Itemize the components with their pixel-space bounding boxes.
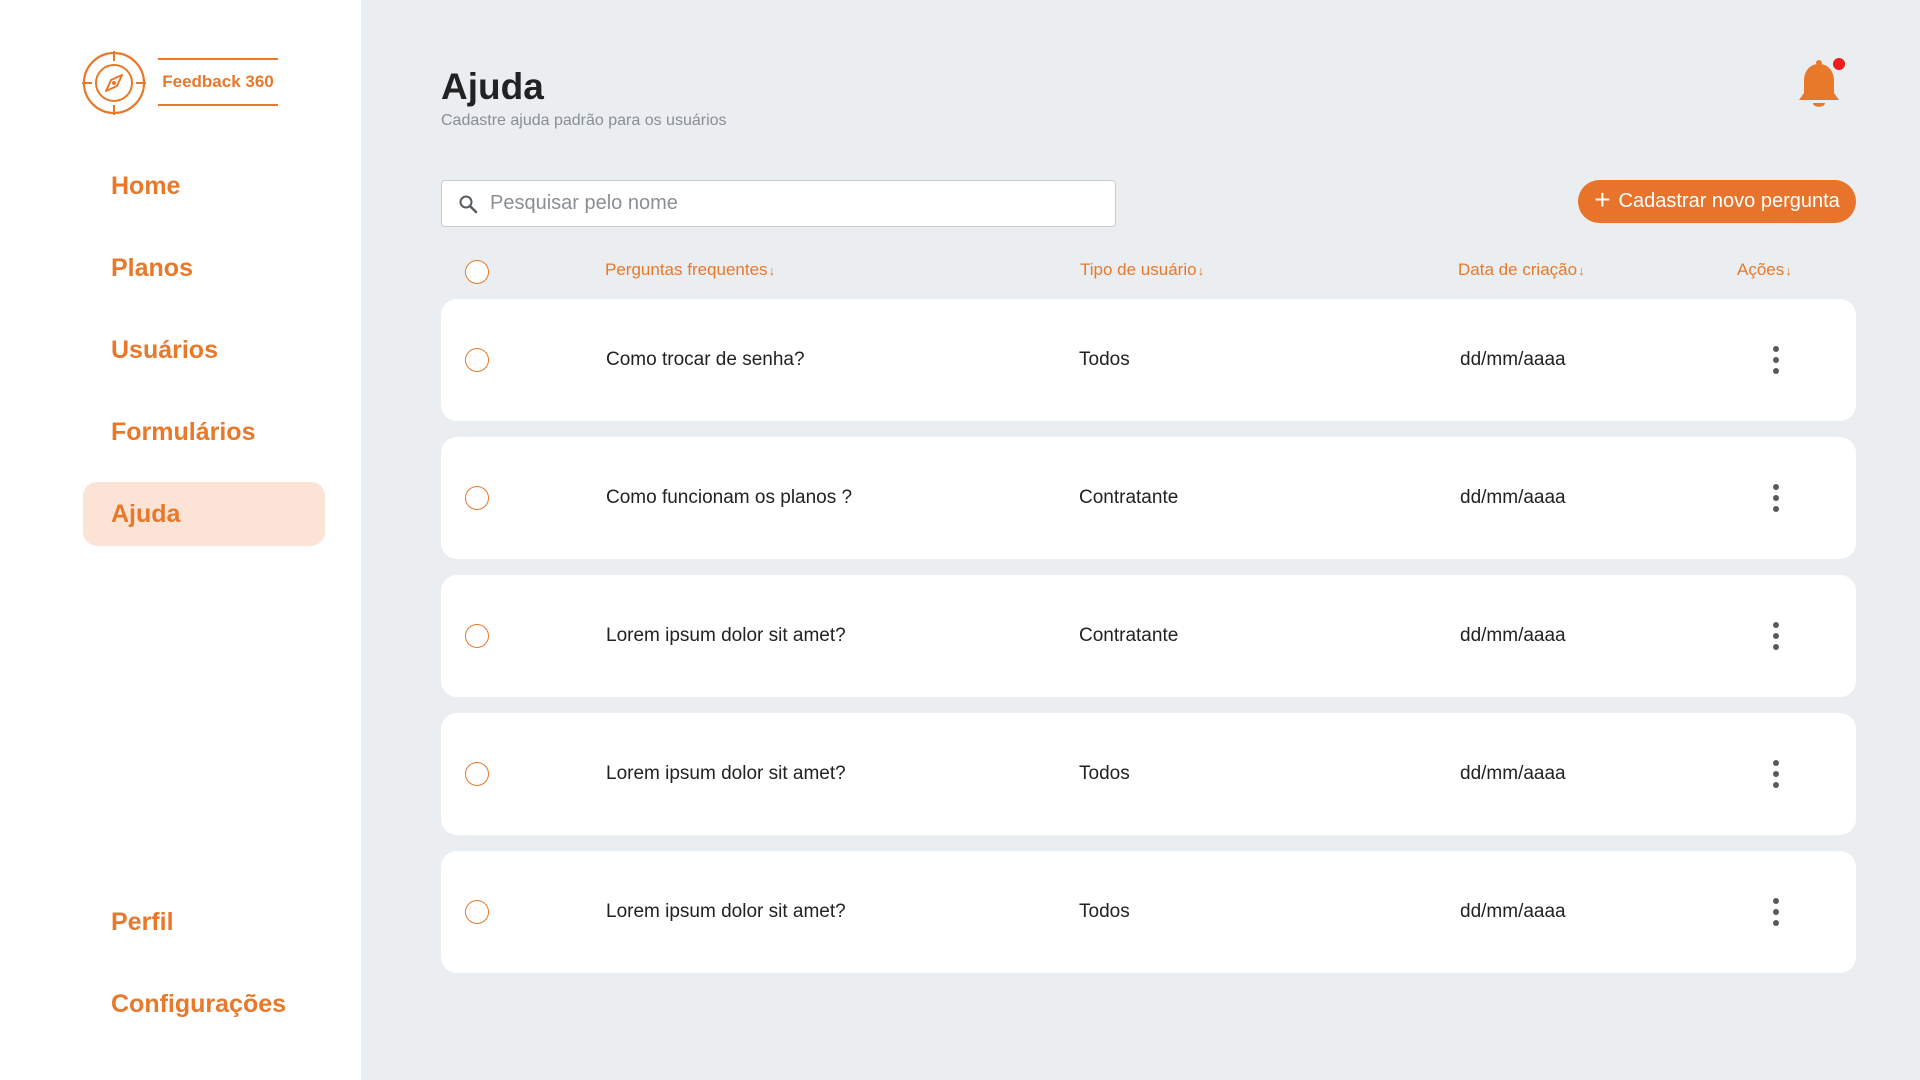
row-actions-menu-icon[interactable] xyxy=(1765,343,1787,377)
created-date-cell: dd/mm/aaaa xyxy=(1460,349,1566,370)
sidebar-item-usuarios[interactable]: Usuários xyxy=(83,318,325,382)
user-type-cell: Todos xyxy=(1079,349,1130,370)
sidebar-item-ajuda[interactable]: Ajuda xyxy=(83,482,325,546)
sidebar-item-planos[interactable]: Planos xyxy=(83,236,325,300)
table-row[interactable]: Como trocar de senha? Todos dd/mm/aaaa xyxy=(441,299,1856,421)
logo[interactable]: Feedback 360 xyxy=(80,49,280,117)
add-question-label: Cadastrar novo pergunta xyxy=(1618,190,1840,212)
column-header-label: Tipo de usuário xyxy=(1080,260,1197,279)
page-subtitle: Cadastre ajuda padrão para os usuários xyxy=(441,112,727,129)
select-all-radio[interactable] xyxy=(465,260,489,284)
column-header-label: Ações xyxy=(1737,260,1785,279)
row-select-radio[interactable] xyxy=(465,762,489,786)
created-date-cell: dd/mm/aaaa xyxy=(1460,487,1566,508)
column-header-perguntas[interactable]: Perguntas frequentes ↓ xyxy=(605,260,775,280)
question-cell: Lorem ipsum dolor sit amet? xyxy=(606,901,846,922)
created-date-cell: dd/mm/aaaa xyxy=(1460,625,1566,646)
row-select-radio[interactable] xyxy=(465,486,489,510)
row-select-radio[interactable] xyxy=(465,900,489,924)
add-question-button[interactable]: + Cadastrar novo pergunta xyxy=(1578,180,1856,223)
row-select-radio[interactable] xyxy=(465,348,489,372)
sort-arrow-icon: ↓ xyxy=(1197,262,1205,278)
search-input[interactable] xyxy=(490,192,1090,215)
table-row[interactable]: Lorem ipsum dolor sit amet? Todos dd/mm/… xyxy=(441,851,1856,973)
sort-arrow-icon: ↓ xyxy=(768,262,776,278)
brand-name: Feedback 360 xyxy=(158,58,278,106)
user-type-cell: Todos xyxy=(1079,763,1130,784)
sort-arrow-icon: ↓ xyxy=(1578,262,1585,278)
sort-arrow-icon: ↓ xyxy=(1785,262,1792,278)
column-header-tipo[interactable]: Tipo de usuário ↓ xyxy=(1080,260,1204,280)
user-type-cell: Contratante xyxy=(1079,487,1179,508)
sidebar-item-home[interactable]: Home xyxy=(83,154,325,218)
table-row[interactable]: Lorem ipsum dolor sit amet? Contratante … xyxy=(441,575,1856,697)
created-date-cell: dd/mm/aaaa xyxy=(1460,763,1566,784)
notification-badge xyxy=(1833,58,1845,70)
column-header-acoes[interactable]: Ações ↓ xyxy=(1737,260,1792,280)
user-type-cell: Contratante xyxy=(1079,625,1179,646)
column-header-label: Data de criação xyxy=(1458,260,1578,279)
row-actions-menu-icon[interactable] xyxy=(1765,481,1787,515)
sidebar-item-configuracoes[interactable]: Configurações xyxy=(83,972,325,1036)
column-header-label: Perguntas frequentes xyxy=(605,260,768,279)
row-actions-menu-icon[interactable] xyxy=(1765,757,1787,791)
page-title: Ajuda xyxy=(441,66,544,107)
question-cell: Como trocar de senha? xyxy=(606,349,805,370)
question-cell: Lorem ipsum dolor sit amet? xyxy=(606,763,846,784)
search-icon xyxy=(459,195,478,213)
column-header-data[interactable]: Data de criação ↓ xyxy=(1458,260,1585,280)
sidebar: Feedback 360 Home Planos Usuários Formul… xyxy=(0,0,361,1080)
row-actions-menu-icon[interactable] xyxy=(1765,619,1787,653)
table-header: Perguntas frequentes ↓ Tipo de usuário ↓… xyxy=(441,256,1856,286)
compass-icon xyxy=(82,51,146,115)
question-cell: Como funcionam os planos ? xyxy=(606,487,853,508)
table-row[interactable]: Como funcionam os planos ? Contratante d… xyxy=(441,437,1856,559)
search-box[interactable] xyxy=(441,180,1116,227)
table-row[interactable]: Lorem ipsum dolor sit amet? Todos dd/mm/… xyxy=(441,713,1856,835)
created-date-cell: dd/mm/aaaa xyxy=(1460,901,1566,922)
row-select-radio[interactable] xyxy=(465,624,489,648)
question-cell: Lorem ipsum dolor sit amet? xyxy=(606,625,846,646)
sidebar-item-formularios[interactable]: Formulários xyxy=(83,400,325,464)
plus-icon: + xyxy=(1594,184,1611,215)
sidebar-item-perfil[interactable]: Perfil xyxy=(83,890,325,954)
row-actions-menu-icon[interactable] xyxy=(1765,895,1787,929)
user-type-cell: Todos xyxy=(1079,901,1130,922)
